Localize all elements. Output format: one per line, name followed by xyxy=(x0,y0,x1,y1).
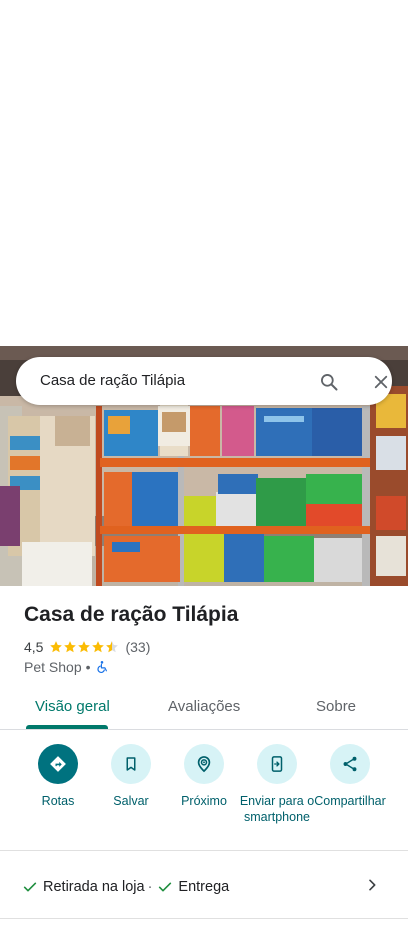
wheelchair-icon xyxy=(96,661,107,673)
directions-button-circle xyxy=(38,744,78,784)
share-button[interactable]: Compartilhar xyxy=(310,744,390,809)
active-tab-indicator xyxy=(26,725,108,729)
clear-search-button[interactable] xyxy=(368,369,394,395)
share-icon xyxy=(343,756,357,772)
service-separator: · xyxy=(147,879,153,895)
service-options-row[interactable]: Retirada na loja · Entrega xyxy=(0,862,408,912)
map-blank-area xyxy=(0,0,408,346)
nearby-button-circle xyxy=(184,744,224,784)
send-to-phone-button[interactable]: Enviar para o smartphone xyxy=(237,744,317,825)
tab-reviews[interactable]: Avaliações xyxy=(168,698,240,715)
save-button[interactable]: Salvar xyxy=(91,744,171,809)
star-icon xyxy=(92,641,105,653)
nearby-icon xyxy=(197,756,211,773)
share-button-circle xyxy=(330,744,370,784)
place-title: Casa de ração Tilápia xyxy=(24,603,239,626)
save-label: Salvar xyxy=(113,794,149,808)
category-separator: • xyxy=(85,659,91,675)
service-delivery: Entrega xyxy=(178,879,230,895)
check-icon xyxy=(23,882,37,892)
rating-value: 4,5 xyxy=(24,639,44,655)
search-bar[interactable]: Casa de ração Tilápia xyxy=(16,357,392,405)
directions-button[interactable]: Rotas xyxy=(18,744,98,809)
send-to-phone-button-circle xyxy=(257,744,297,784)
star-icon xyxy=(64,641,77,653)
tab-overview[interactable]: Visão geral xyxy=(35,698,110,715)
reviews-count[interactable]: (33) xyxy=(125,639,150,655)
directions-icon xyxy=(50,756,66,772)
chevron-right-icon xyxy=(369,879,376,891)
action-buttons: Rotas Salvar Próximo Enviar para o smart… xyxy=(0,744,408,844)
search-button[interactable] xyxy=(316,369,342,395)
search-icon xyxy=(321,374,338,391)
category-label: Pet Shop xyxy=(24,659,82,675)
save-button-circle xyxy=(111,744,151,784)
tab-about[interactable]: Sobre xyxy=(316,698,356,715)
bookmark-icon xyxy=(126,757,136,771)
nearby-button[interactable]: Próximo xyxy=(164,744,244,809)
star-half-icon xyxy=(106,641,119,653)
category-row: Pet Shop • xyxy=(24,658,109,676)
close-icon xyxy=(374,375,388,389)
star-icon xyxy=(78,641,91,653)
service-options: Retirada na loja · Entrega xyxy=(22,879,229,895)
send-to-phone-label: Enviar para o smartphone xyxy=(239,794,315,824)
star-icon xyxy=(50,641,63,653)
search-input[interactable]: Casa de ração Tilápia xyxy=(40,372,185,389)
share-label: Compartilhar xyxy=(314,794,386,808)
star-rating xyxy=(49,640,119,654)
check-icon xyxy=(159,882,172,892)
service-pickup: Retirada na loja xyxy=(43,879,145,895)
tab-bar: Visão geral Avaliações Sobre xyxy=(0,688,408,730)
divider xyxy=(0,850,408,851)
send-to-phone-icon xyxy=(271,756,283,772)
rating-row[interactable]: 4,5 (33) xyxy=(24,638,150,656)
directions-label: Rotas xyxy=(41,794,75,808)
nearby-label: Próximo xyxy=(181,794,227,808)
divider xyxy=(0,918,408,919)
